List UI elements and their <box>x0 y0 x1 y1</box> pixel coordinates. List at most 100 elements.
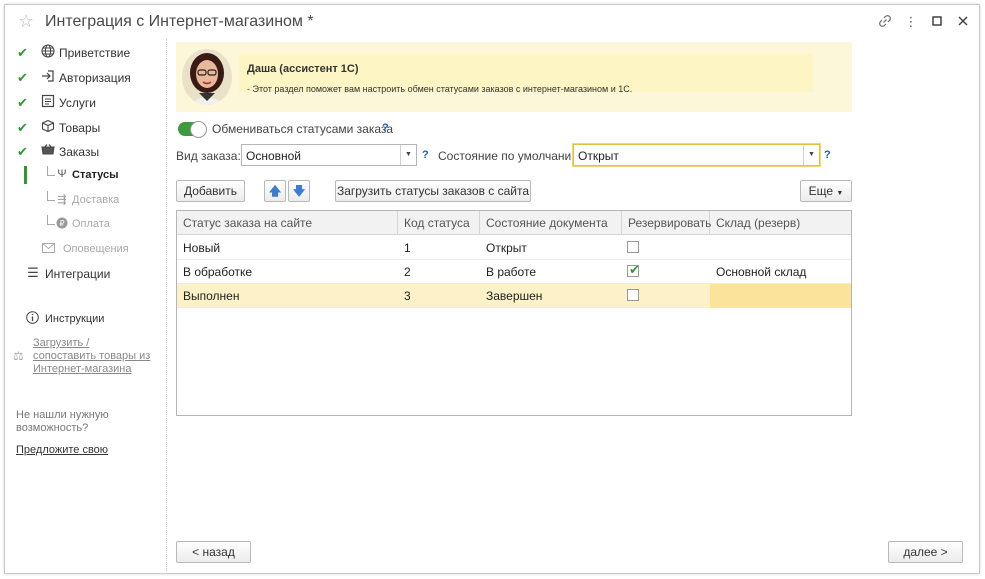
sidebar-subitem-statuses[interactable]: Ψ Статусы <box>5 166 135 186</box>
assistant-banner: Даша (ассистент 1С) - Этот раздел поможе… <box>176 42 852 112</box>
state-cell: Завершен <box>486 289 543 303</box>
table-row[interactable]: Выполнен 3 Завершен <box>177 284 851 308</box>
svg-text:₽: ₽ <box>59 219 64 228</box>
cart-icon <box>40 143 56 159</box>
sidebar-item-label: Авторизация <box>59 71 131 85</box>
state-cell: В работе <box>486 265 537 279</box>
warehouse-cell <box>710 284 716 308</box>
help-icon[interactable]: ? <box>382 122 389 134</box>
sidebar-item-label: Приветствие <box>59 46 131 60</box>
load-products-link[interactable]: Загрузить / <box>33 337 89 350</box>
load-products-link[interactable]: Интернет-магазина <box>33 363 131 376</box>
close-icon[interactable] <box>955 14 971 30</box>
link-icon[interactable] <box>877 14 893 30</box>
delivery-icon: ⇶ <box>57 194 67 206</box>
move-down-button[interactable]: 🡇 <box>288 180 310 202</box>
chevron-down-icon[interactable]: ▼ <box>803 145 819 165</box>
sidebar-item-integrations[interactable]: ☰ Интеграции <box>5 264 165 284</box>
reserve-checkbox[interactable] <box>627 241 639 253</box>
move-up-button[interactable]: 🡅 <box>264 180 286 202</box>
chevron-down-icon[interactable]: ▼ <box>400 145 416 165</box>
more-button-label: Еще <box>808 184 834 198</box>
table-header: Статус заказа на сайте Код статуса Состо… <box>177 211 851 235</box>
globe-icon <box>40 44 56 60</box>
warehouse-cell: Основной склад <box>716 265 807 279</box>
info-icon <box>24 311 40 327</box>
title-bar: ☆ Интеграция с Интернет-магазином * ⋮ <box>5 5 979 39</box>
sidebar-item-label: Интеграции <box>45 267 111 281</box>
order-statuses-table: Статус заказа на сайте Код статуса Состо… <box>176 210 852 416</box>
check-icon: ✔ <box>17 120 28 135</box>
sidebar-subitem-label: Статусы <box>72 169 119 181</box>
sidebar-subitem-payment[interactable]: ₽ Оплата <box>5 215 135 235</box>
code-cell: 2 <box>404 265 411 279</box>
favorite-star-icon[interactable]: ☆ <box>18 12 34 30</box>
arrow-down-icon: 🡇 <box>292 184 306 198</box>
sidebar-item-label: Инструкции <box>45 313 105 325</box>
help-icon[interactable]: ? <box>824 149 831 161</box>
sidebar-item-instructions[interactable]: Инструкции <box>5 310 165 330</box>
sidebar-item-products[interactable]: ✔ Товары <box>5 118 165 138</box>
sidebar-item-orders[interactable]: ✔ Заказы <box>5 142 165 162</box>
sidebar-item-welcome[interactable]: ✔ Приветствие <box>5 43 165 63</box>
add-button[interactable]: Добавить <box>176 180 245 202</box>
hamburger-icon: ☰ <box>27 265 39 280</box>
status-cell: Новый <box>183 241 221 255</box>
assistant-text: - Этот раздел поможет вам настроить обме… <box>247 84 633 94</box>
tree-branch <box>47 191 55 201</box>
tree-branch <box>47 215 55 225</box>
default-state-value: Открыт <box>578 149 619 163</box>
scale-icon: ⚖ <box>13 349 24 363</box>
reserve-checkbox[interactable]: ✔ <box>627 262 640 277</box>
order-type-select[interactable]: Основной ▼ <box>241 144 417 166</box>
order-type-label: Вид заказа: <box>176 149 241 163</box>
more-button[interactable]: Еще ▼ <box>800 180 852 202</box>
help-icon[interactable]: ? <box>422 149 429 161</box>
order-type-value: Основной <box>246 149 302 163</box>
sidebar-item-authorization[interactable]: ✔ Авторизация <box>5 68 165 88</box>
box-icon <box>40 119 56 135</box>
sidebar-item-services[interactable]: ✔ Услуги <box>5 93 165 113</box>
load-statuses-button[interactable]: Загрузить статусы заказов с сайта <box>335 180 531 202</box>
check-icon: ✔ <box>17 95 28 110</box>
sidebar-item-notifications[interactable]: Оповещения <box>5 240 165 260</box>
suggest-link[interactable]: Предложите свою <box>16 444 108 456</box>
exchange-statuses-toggle[interactable] <box>178 121 207 138</box>
column-header[interactable]: Склад (резерв) <box>710 211 851 235</box>
envelope-icon <box>40 241 56 257</box>
ruble-icon: ₽ <box>55 217 69 232</box>
services-list-icon <box>40 94 56 110</box>
next-button[interactable]: далее > <box>888 541 963 563</box>
column-header[interactable]: Резервировать <box>622 211 711 235</box>
sidebar-subitem-delivery[interactable]: ⇶ Доставка <box>5 191 135 211</box>
table-row[interactable]: Новый 1 Открыт <box>177 236 851 260</box>
sidebar-subitem-label: Доставка <box>72 194 120 206</box>
check-icon: ✔ <box>17 70 28 85</box>
chevron-down-icon: ▼ <box>836 190 844 197</box>
check-icon: ✔ <box>17 45 28 60</box>
back-button[interactable]: < назад <box>176 541 251 563</box>
default-state-select[interactable]: Открыт ▼ <box>573 144 820 166</box>
avatar <box>182 49 232 105</box>
code-cell: 3 <box>404 289 411 303</box>
column-header[interactable]: Статус заказа на сайте <box>177 211 398 235</box>
column-header[interactable]: Код статуса <box>398 211 480 235</box>
tree-branch <box>47 166 55 176</box>
fork-icon: Ψ <box>57 168 67 180</box>
sidebar-item-label: Оповещения <box>63 243 129 255</box>
sidebar-subitem-label: Оплата <box>72 218 110 230</box>
maximize-icon[interactable] <box>929 14 945 30</box>
column-header[interactable]: Состояние документа <box>480 211 622 235</box>
sidebar-item-label: Товары <box>59 121 101 135</box>
table-row[interactable]: В обработке 2 В работе ✔ Основной склад <box>177 260 851 284</box>
help-note: Не нашли нужную <box>16 409 109 421</box>
more-menu-icon[interactable]: ⋮ <box>903 14 919 30</box>
load-products-link[interactable]: сопоставить товары из <box>33 350 150 363</box>
warehouse-cell-selected[interactable] <box>710 284 851 308</box>
check-icon: ✔ <box>629 262 640 277</box>
status-cell: Выполнен <box>183 289 240 303</box>
code-cell: 1 <box>404 241 411 255</box>
reserve-checkbox[interactable] <box>627 289 639 301</box>
status-cell: В обработке <box>183 265 253 279</box>
check-icon: ✔ <box>17 144 28 159</box>
